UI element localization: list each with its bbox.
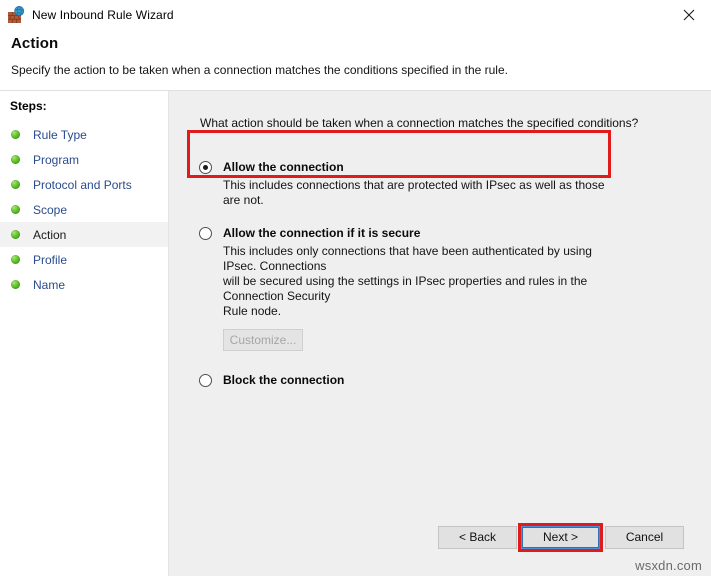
next-button[interactable]: Next > (521, 526, 600, 549)
body: Steps: Rule Type Program Protocol and Po… (0, 91, 711, 576)
sidebar-item-program[interactable]: Program (0, 147, 168, 172)
sidebar-item-label: Rule Type (33, 127, 87, 142)
close-icon[interactable] (666, 0, 711, 29)
steps-heading: Steps: (10, 99, 47, 113)
sidebar-item-label: Name (33, 277, 66, 292)
step-bullet-icon (11, 280, 20, 289)
steps-list: Rule Type Program Protocol and Ports Sco… (0, 113, 168, 297)
option-title: Allow the connection (223, 160, 344, 174)
sidebar-item-label: Protocol and Ports (33, 177, 132, 192)
option-description-line: will be secured using the settings in IP… (223, 274, 588, 303)
customize-button[interactable]: Customize... (223, 329, 303, 351)
sidebar-item-label: Scope (33, 202, 68, 217)
title-bar: New Inbound Rule Wizard (0, 0, 711, 29)
radio-allow-the-connection[interactable] (199, 161, 212, 174)
main-panel: What action should be taken when a conne… (169, 91, 711, 576)
sidebar-item-scope[interactable]: Scope (0, 197, 168, 222)
radio-block-the-connection[interactable] (199, 374, 212, 387)
option-description-line: This includes only connections that have… (223, 244, 592, 273)
sidebar-item-name[interactable]: Name (0, 272, 168, 297)
action-options-group: Allow the connection This includes conne… (169, 130, 711, 387)
firewall-globe-icon (8, 6, 25, 23)
page-subtitle: Specify the action to be taken when a co… (11, 63, 508, 77)
steps-sidebar: Steps: Rule Type Program Protocol and Po… (0, 91, 169, 576)
option-block-the-connection[interactable]: Block the connection (169, 351, 711, 387)
back-button[interactable]: < Back (438, 526, 517, 549)
sidebar-item-action[interactable]: Action (0, 222, 168, 247)
sidebar-item-label: Action (33, 227, 67, 242)
step-bullet-icon (11, 180, 20, 189)
option-allow-if-secure[interactable]: Allow the connection if it is secure Thi… (169, 208, 711, 351)
option-description: This includes connections that are prote… (223, 178, 618, 208)
option-title: Block the connection (223, 373, 345, 387)
sidebar-item-rule-type[interactable]: Rule Type (0, 122, 168, 147)
window-title: New Inbound Rule Wizard (32, 7, 174, 22)
sidebar-item-protocol-and-ports[interactable]: Protocol and Ports (0, 172, 168, 197)
option-description: This includes only connections that have… (223, 244, 618, 319)
sidebar-item-label: Profile (33, 252, 68, 267)
option-allow-the-connection[interactable]: Allow the connection This includes conne… (169, 152, 711, 208)
option-title: Allow the connection if it is secure (223, 226, 421, 240)
radio-allow-the-connection-if-it-is-secure[interactable] (199, 227, 212, 240)
watermark: wsxdn.com (635, 558, 702, 573)
page-title: Action (11, 35, 59, 52)
wizard-footer: < Back Next > Cancel (169, 516, 711, 576)
wizard-header: Action Specify the action to be taken wh… (0, 29, 711, 91)
step-bullet-icon (11, 255, 20, 264)
option-description-line: This includes connections that are prote… (223, 178, 605, 207)
step-bullet-icon (11, 155, 20, 164)
action-question: What action should be taken when a conne… (200, 116, 639, 130)
step-bullet-icon (11, 230, 20, 239)
step-bullet-icon (11, 205, 20, 214)
step-bullet-icon (11, 130, 20, 139)
sidebar-item-label: Program (33, 152, 80, 167)
cancel-button[interactable]: Cancel (605, 526, 684, 549)
sidebar-item-profile[interactable]: Profile (0, 247, 168, 272)
option-description-line: Rule node. (223, 304, 282, 318)
